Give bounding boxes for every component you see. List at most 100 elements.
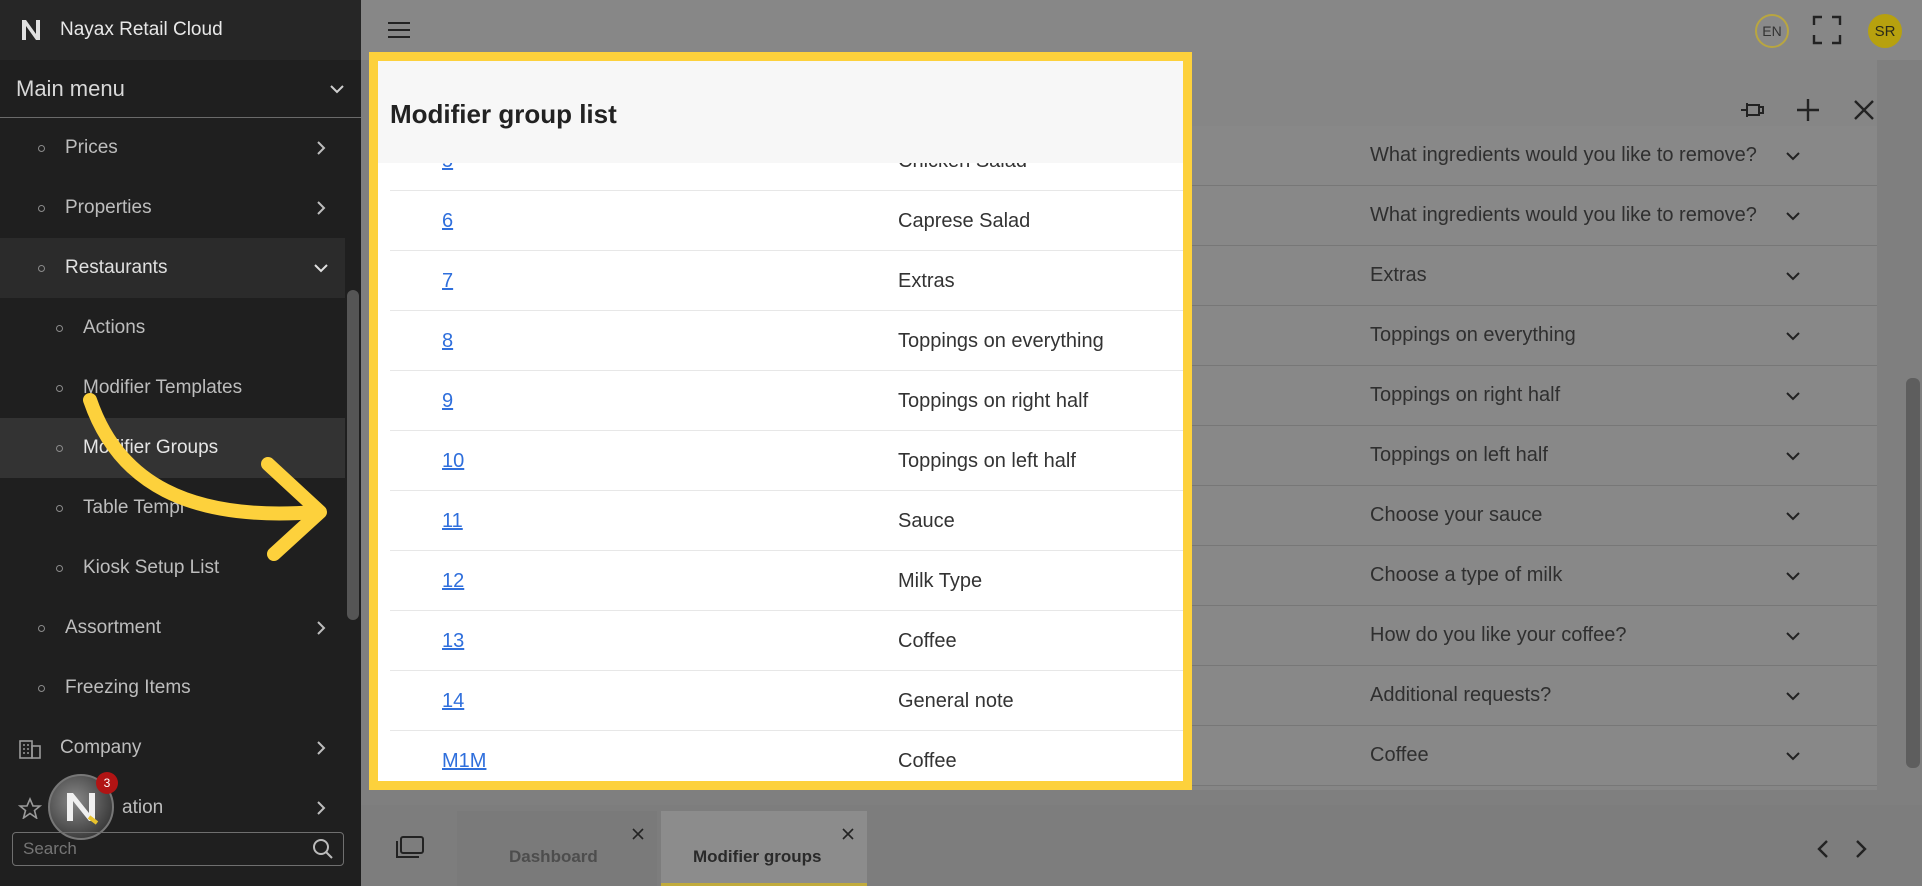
sidebar-item-restaurants[interactable]: Restaurants bbox=[0, 238, 345, 298]
chevron-right-icon bbox=[317, 801, 326, 815]
row-code-link[interactable]: M1M bbox=[442, 750, 486, 773]
star-icon bbox=[18, 797, 42, 819]
windows-icon[interactable] bbox=[395, 835, 425, 859]
nayax-logo-icon bbox=[22, 20, 40, 40]
pin-icon[interactable] bbox=[1737, 95, 1767, 125]
tab-dashboard[interactable]: Dashboard bbox=[457, 811, 657, 886]
content-scrollbar[interactable] bbox=[1906, 378, 1920, 768]
close-tab-icon[interactable] bbox=[841, 827, 855, 841]
tab-navigation-arrows-icon[interactable] bbox=[1813, 839, 1873, 859]
sidebar-item-label: Prices bbox=[65, 137, 118, 158]
row-code-link[interactable]: 13 bbox=[442, 630, 464, 653]
sidebar-item-label: Restaurants bbox=[65, 257, 168, 278]
row-code-link[interactable]: 10 bbox=[442, 450, 464, 473]
close-icon[interactable] bbox=[1849, 95, 1879, 125]
table-row[interactable]: 13 Coffee bbox=[390, 611, 1183, 671]
user-avatar[interactable]: SR bbox=[1868, 14, 1902, 48]
chevron-right-icon bbox=[317, 141, 326, 155]
bottom-tab-bar: Dashboard Modifier groups bbox=[361, 805, 1922, 886]
hamburger-menu-icon[interactable] bbox=[387, 20, 411, 40]
chevron-down-icon[interactable] bbox=[1785, 328, 1801, 344]
bullet-icon bbox=[56, 324, 63, 332]
sidebar-item-properties[interactable]: Properties bbox=[0, 178, 345, 238]
chevron-right-icon bbox=[317, 201, 326, 215]
sidebar-item-label: Actions bbox=[83, 317, 146, 338]
bullet-icon bbox=[38, 624, 45, 632]
row-code-link[interactable]: 11 bbox=[442, 510, 463, 533]
table-row[interactable]: M1M Coffee bbox=[390, 731, 1183, 781]
brand-header[interactable]: Nayax Retail Cloud bbox=[0, 0, 361, 60]
chevron-down-icon[interactable] bbox=[1785, 748, 1801, 764]
sidebar-scrollbar[interactable] bbox=[347, 290, 359, 620]
chevron-down-icon[interactable] bbox=[1785, 268, 1801, 284]
nayax-logo-icon bbox=[67, 793, 99, 825]
language-selector[interactable]: EN bbox=[1755, 14, 1789, 48]
chevron-down-icon[interactable] bbox=[1785, 568, 1801, 584]
table-row[interactable]: 12 Milk Type bbox=[390, 551, 1183, 611]
row-name: Toppings on right half bbox=[898, 390, 1089, 412]
bullet-icon bbox=[38, 144, 45, 152]
tab-modifier-groups[interactable]: Modifier groups bbox=[661, 811, 867, 886]
row-name: Toppings on everything bbox=[898, 330, 1104, 352]
bullet-icon bbox=[56, 384, 63, 392]
main-menu-label: Main menu bbox=[16, 75, 125, 101]
brand-title: Nayax Retail Cloud bbox=[60, 19, 223, 40]
top-bar: EN SR bbox=[361, 0, 1922, 60]
chevron-down-icon[interactable] bbox=[1785, 388, 1801, 404]
sidebar-item-actions[interactable]: Actions bbox=[0, 298, 345, 358]
sidebar-search-input[interactable] bbox=[12, 832, 344, 866]
tab-label: Dashboard bbox=[509, 847, 598, 866]
chevron-right-icon bbox=[317, 621, 326, 635]
row-name: Coffee bbox=[898, 750, 957, 772]
sidebar-item-assortment[interactable]: Assortment bbox=[0, 598, 345, 658]
dialog-title: Modifier group list bbox=[378, 61, 1183, 163]
add-icon[interactable] bbox=[1793, 95, 1823, 125]
sidebar-item-freezing-items[interactable]: Freezing Items bbox=[0, 658, 345, 718]
modifier-group-list-dialog: Modifier group list 5 Chicken Salad 6 Capr… bbox=[369, 52, 1192, 790]
row-code-link[interactable]: 5 bbox=[442, 163, 453, 173]
row-name: Chicken Salad bbox=[898, 163, 1027, 173]
table-row[interactable]: 6 Caprese Salad bbox=[390, 191, 1183, 251]
table-row[interactable]: 5 Chicken Salad bbox=[390, 163, 1183, 191]
table-row[interactable]: 10 Toppings on left half bbox=[390, 431, 1183, 491]
bullet-icon bbox=[56, 444, 63, 452]
row-name: Caprese Salad bbox=[898, 210, 1031, 232]
bullet-icon bbox=[56, 564, 63, 572]
sidebar-item-prices[interactable]: Prices bbox=[0, 118, 345, 178]
row-name: Toppings on left half bbox=[898, 450, 1076, 472]
chevron-down-icon[interactable] bbox=[1785, 508, 1801, 524]
bullet-icon bbox=[56, 504, 63, 512]
row-code-link[interactable]: 14 bbox=[442, 690, 464, 713]
bullet-icon bbox=[38, 264, 45, 272]
fullscreen-icon[interactable] bbox=[1812, 15, 1842, 45]
row-code-link[interactable]: 6 bbox=[442, 210, 453, 233]
notification-badge: 3 bbox=[96, 772, 118, 794]
main-menu-toggle[interactable]: Main menu bbox=[0, 60, 361, 118]
chevron-down-icon[interactable] bbox=[1785, 208, 1801, 224]
sidebar-item-company[interactable]: Company bbox=[0, 718, 345, 778]
sidebar-item-label: Freezing Items bbox=[65, 677, 191, 698]
table-row[interactable]: 11 Sauce bbox=[390, 491, 1183, 551]
sidebar-item-label: Company bbox=[60, 737, 142, 758]
search-icon[interactable] bbox=[312, 838, 334, 860]
row-code-link[interactable]: 9 bbox=[442, 390, 453, 413]
sidebar-item-label: Properties bbox=[65, 197, 152, 218]
bullet-icon bbox=[38, 204, 45, 212]
chevron-down-icon[interactable] bbox=[1785, 148, 1801, 164]
table-row[interactable]: 7 Extras bbox=[390, 251, 1183, 311]
table-row[interactable]: 9 Toppings on right half bbox=[390, 371, 1183, 431]
table-row[interactable]: 8 Toppings on everything bbox=[390, 311, 1183, 371]
row-code-link[interactable]: 8 bbox=[442, 330, 453, 353]
modifier-group-table: 5 Chicken Salad 6 Caprese Salad 7 Extras 8 T… bbox=[378, 163, 1183, 781]
building-icon bbox=[19, 740, 41, 759]
close-tab-icon[interactable] bbox=[631, 827, 645, 841]
chevron-down-icon bbox=[330, 84, 344, 93]
chevron-down-icon[interactable] bbox=[1785, 688, 1801, 704]
row-name: Sauce bbox=[898, 510, 955, 532]
chevron-down-icon[interactable] bbox=[1785, 448, 1801, 464]
chevron-down-icon[interactable] bbox=[1785, 628, 1801, 644]
row-code-link[interactable]: 12 bbox=[442, 570, 464, 593]
table-row[interactable]: 14 General note bbox=[390, 671, 1183, 731]
row-code-link[interactable]: 7 bbox=[442, 270, 453, 293]
dialog-left-gutter bbox=[378, 163, 390, 781]
